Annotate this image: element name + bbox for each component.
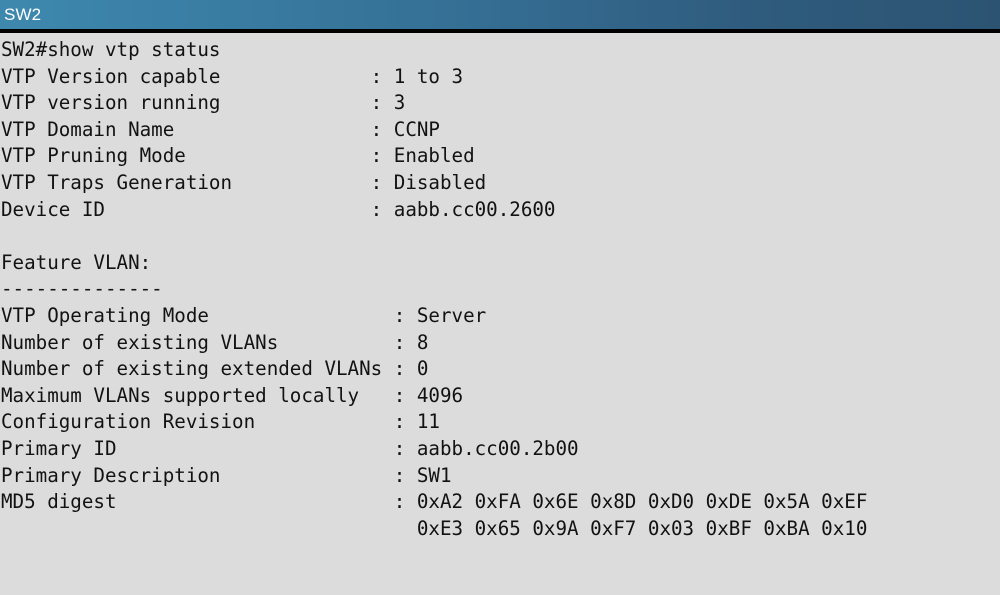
- terminal-line: Number of existing extended VLANs : 0: [1, 357, 429, 381]
- terminal-line: Number of existing VLANs : 8: [1, 330, 429, 354]
- terminal-line: VTP Domain Name : CCNP: [1, 117, 440, 141]
- terminal-line: VTP Traps Generation : Disabled: [1, 170, 487, 194]
- terminal-line: MD5 digest : 0xA2 0xFA 0x6E 0x8D 0xD0 0x…: [1, 490, 868, 514]
- terminal-line: Device ID : aabb.cc00.2600: [1, 197, 556, 221]
- terminal-window: SW2 SW2#show vtp status VTP Version capab…: [0, 0, 1000, 595]
- terminal-line: VTP Operating Mode : Server: [1, 303, 487, 327]
- terminal-line: --------------: [1, 277, 163, 301]
- terminal-line: VTP version running : 3: [1, 91, 406, 115]
- terminal-line: Feature VLAN:: [1, 250, 152, 274]
- terminal-console[interactable]: SW2#show vtp status VTP Version capable :…: [0, 33, 1000, 595]
- window-title: SW2: [4, 5, 42, 24]
- terminal-line: Configuration Revision : 11: [1, 410, 440, 434]
- terminal-line: Primary ID : aabb.cc00.2b00: [1, 436, 579, 460]
- terminal-line: 0xE3 0x65 0x9A 0xF7 0x03 0xBF 0xBA 0x10: [1, 516, 868, 540]
- terminal-line: VTP Pruning Mode : Enabled: [1, 144, 475, 168]
- terminal-line: SW2#show vtp status: [1, 38, 221, 61]
- terminal-line: Primary Description : SW1: [1, 463, 452, 487]
- terminal-line: Maximum VLANs supported locally : 4096: [1, 383, 464, 407]
- terminal-line: VTP Version capable : 1 to 3: [1, 64, 464, 88]
- window-title-bar: SW2: [0, 0, 1000, 29]
- terminal-output: SW2#show vtp status VTP Version capable :…: [1, 37, 1000, 542]
